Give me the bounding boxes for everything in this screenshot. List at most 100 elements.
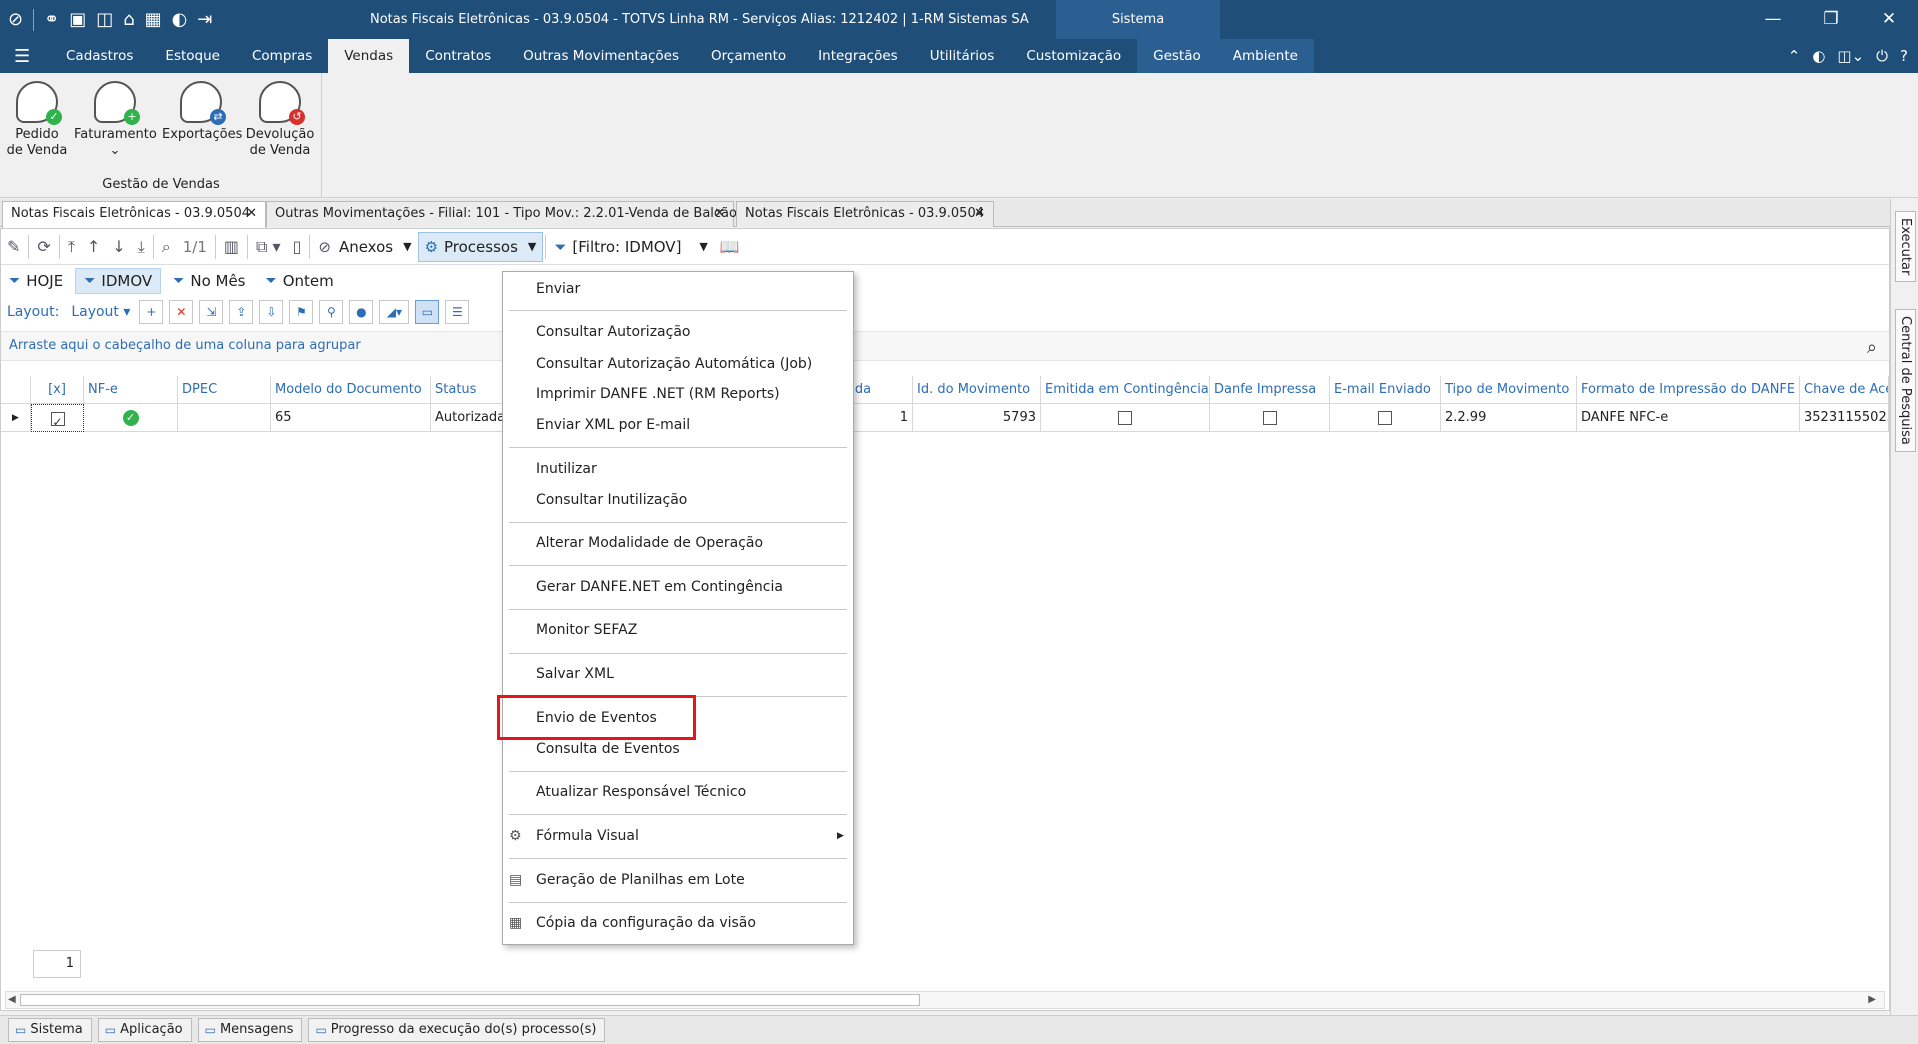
menu-item-atualizar-responsavel-tecnico[interactable]: Atualizar Responsável Técnico: [536, 781, 746, 803]
document-icon[interactable]: ▯: [287, 232, 308, 262]
col-dpec[interactable]: DPEC: [178, 376, 271, 404]
menu-vendas[interactable]: Vendas: [328, 39, 410, 73]
tab-outras-movimentacoes[interactable]: Outras Movimentações - Filial: 101 - Tip…: [266, 201, 737, 227]
col-modelo[interactable]: Modelo do Documento: [271, 376, 431, 404]
delete-layout-icon[interactable]: ✕: [169, 300, 194, 324]
first-record-icon[interactable]: ⤒: [62, 232, 81, 262]
menu-item-consultar-inutilizacao[interactable]: Consultar Inutilização: [536, 489, 687, 511]
search-icon[interactable]: ⌕: [1867, 334, 1877, 362]
columns-icon[interactable]: ▥: [218, 232, 245, 262]
power-icon[interactable]: ⏻: [1876, 47, 1888, 65]
add-layout-icon[interactable]: +: [139, 300, 164, 324]
pedido-de-venda-button[interactable]: ✓ Pedido de Venda: [6, 81, 68, 159]
calculator-icon[interactable]: ▦: [145, 9, 162, 30]
menu-ambiente[interactable]: Ambiente: [1216, 39, 1314, 73]
globe-icon[interactable]: ◐: [172, 9, 188, 30]
menu-item-monitor-sefaz[interactable]: Monitor SEFAZ: [536, 619, 637, 641]
layout-dropdown[interactable]: Layout ▾: [65, 304, 136, 320]
maximize-button[interactable]: ❐: [1802, 0, 1860, 39]
menu-item-consulta-de-eventos[interactable]: Consulta de Eventos: [536, 738, 680, 760]
app-menu-icon[interactable]: ☰: [14, 46, 30, 67]
col-danfe-impressa[interactable]: Danfe Impressa: [1210, 376, 1330, 404]
col-chave[interactable]: Chave de Aces: [1800, 376, 1889, 404]
menu-item-consultar-autorizacao-automatica[interactable]: Consultar Autorização Automática (Job): [536, 353, 812, 375]
view-single-icon[interactable]: ▭: [415, 300, 440, 324]
filter-ontem[interactable]: ⏷ Ontem: [258, 268, 342, 294]
col-nfe[interactable]: NF-e: [84, 376, 178, 404]
status-aplicacao-button[interactable]: ▭ Aplicação: [97, 1018, 192, 1042]
status-mensagens-button[interactable]: ▭ Mensagens: [197, 1018, 303, 1042]
menu-item-imprimir-danfe[interactable]: Imprimir DANFE .NET (RM Reports): [536, 383, 780, 405]
refresh-icon[interactable]: ⟳: [31, 232, 56, 262]
close-icon[interactable]: ✕: [974, 202, 985, 226]
menu-item-copia-configuracao[interactable]: ▦ Cópia da configuração da visão: [509, 912, 756, 934]
globe-icon[interactable]: ◐: [1812, 47, 1825, 65]
filter-hoje[interactable]: ⏷ HOJE: [1, 268, 71, 294]
menu-item-formula-visual[interactable]: ⚙ Fórmula Visual: [509, 825, 639, 847]
exportacoes-button[interactable]: ⇄ Exportações: [162, 81, 242, 143]
scroll-right-icon[interactable]: ▶: [1868, 992, 1876, 1008]
menu-item-gerar-danfe-contingencia[interactable]: Gerar DANFE.NET em Contingência: [536, 576, 783, 598]
filter-dropdown[interactable]: ⏷ [Filtro: IDMOV] ▼: [548, 232, 714, 262]
previous-record-icon[interactable]: ↑: [81, 232, 106, 262]
close-icon[interactable]: ✕: [246, 202, 257, 226]
menu-item-geracao-planilhas[interactable]: ▤ Geração de Planilhas em Lote: [509, 869, 745, 891]
menu-outras-movimentacoes[interactable]: Outras Movimentações: [507, 39, 695, 73]
col-email-enviado[interactable]: E-mail Enviado: [1330, 376, 1441, 404]
import-layout-icon[interactable]: ⇪: [229, 300, 254, 324]
tab-notas-fiscais-1[interactable]: Notas Fiscais Eletrônicas - 03.9.0504 ✕: [2, 201, 266, 228]
menu-estoque[interactable]: Estoque: [149, 39, 236, 73]
menu-item-inutilizar[interactable]: Inutilizar: [536, 458, 597, 480]
filter-no-mes[interactable]: ⏷ No Mês: [165, 268, 253, 294]
col-tipo-movimento[interactable]: Tipo de Movimento: [1441, 376, 1577, 404]
menu-cadastros[interactable]: Cadastros: [50, 39, 149, 73]
screen-icon[interactable]: ▣: [69, 9, 86, 30]
group-by-area[interactable]: Arraste aqui o cabeçalho de uma coluna p…: [1, 331, 1889, 361]
collapse-ribbon-icon[interactable]: ⌃: [1788, 47, 1801, 65]
anexos-button[interactable]: ⊘ Anexos ▼: [312, 232, 417, 262]
menu-utilitarios[interactable]: Utilitários: [914, 39, 1011, 73]
save-layout-icon[interactable]: ⇲: [199, 300, 224, 324]
col-contingencia[interactable]: Emitida em Contingência: [1041, 376, 1210, 404]
filter-idmov[interactable]: ⏷ IDMOV: [75, 268, 162, 294]
totvs-logo-icon[interactable]: ⊘: [8, 9, 23, 30]
pin-icon[interactable]: ⚲: [319, 300, 344, 324]
processos-button[interactable]: ⚙ Processos ▼: [417, 231, 544, 262]
executar-side-tab[interactable]: Executar: [1895, 211, 1916, 283]
status-progresso-button[interactable]: ▭ Progresso da execução do(s) processo(s): [308, 1018, 606, 1042]
menu-item-enviar-xml-email[interactable]: Enviar XML por E-mail: [536, 414, 690, 436]
menu-integracoes[interactable]: Integrações: [802, 39, 914, 73]
window-icon[interactable]: ◫: [96, 9, 113, 30]
layout-icon[interactable]: ◫⌄: [1837, 47, 1864, 65]
menu-contratos[interactable]: Contratos: [409, 39, 507, 73]
open-external-icon[interactable]: ⧉ ▾: [250, 232, 287, 262]
scrollbar-thumb[interactable]: [20, 994, 920, 1006]
central-de-pesquisa-side-tab[interactable]: Central de Pesquisa: [1895, 309, 1916, 452]
color-icon[interactable]: ●: [349, 300, 374, 324]
search-icon[interactable]: ⌕: [156, 232, 177, 262]
col-formato-danfe[interactable]: Formato de Impressão do DANFE: [1577, 376, 1800, 404]
devolucao-de-venda-button[interactable]: ↺ Devolução de Venda: [244, 81, 316, 159]
last-record-icon[interactable]: ⤓: [132, 232, 151, 262]
status-sistema-button[interactable]: ▭ Sistema: [8, 1018, 92, 1042]
page-number-field[interactable]: 1: [33, 950, 81, 978]
minimize-button[interactable]: —: [1744, 0, 1802, 39]
row-expand-icon[interactable]: ▶: [1, 404, 31, 432]
close-button[interactable]: ✕: [1860, 0, 1918, 39]
row-select-checkbox[interactable]: [31, 404, 84, 432]
menu-orcamento[interactable]: Orçamento: [695, 39, 802, 73]
org-chart-icon[interactable]: ⚭: [44, 9, 59, 30]
horizontal-scrollbar[interactable]: ◀ ▶: [5, 991, 1885, 1009]
menu-customizacao[interactable]: Customização: [1010, 39, 1137, 73]
edit-icon[interactable]: ✎: [1, 232, 26, 262]
menu-item-salvar-xml[interactable]: Salvar XML: [536, 663, 614, 685]
exit-icon[interactable]: ⇥: [197, 9, 212, 30]
next-record-icon[interactable]: ↓: [106, 232, 131, 262]
home-icon[interactable]: ⌂: [123, 9, 134, 30]
view-split-icon[interactable]: ☰: [445, 300, 470, 324]
tab-notas-fiscais-2[interactable]: Notas Fiscais Eletrônicas - 03.9.0504 ✕: [736, 201, 994, 227]
faturamento-button[interactable]: + Faturamento ⌄: [74, 81, 157, 159]
col-select[interactable]: [x]: [31, 376, 84, 404]
book-icon[interactable]: 📖: [714, 232, 746, 262]
help-icon[interactable]: ?: [1900, 47, 1908, 65]
